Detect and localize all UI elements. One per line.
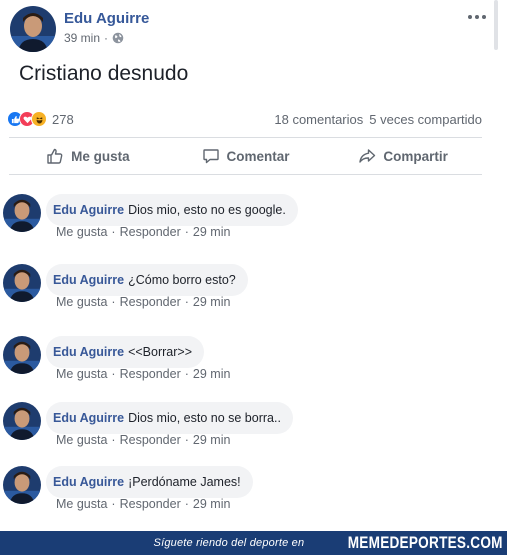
comment-text: ¿Cómo borro esto?: [128, 273, 236, 287]
comment-author[interactable]: Edu Aguirre: [53, 411, 124, 425]
meta-separator: ·: [111, 225, 116, 239]
like-button[interactable]: Me gusta: [9, 140, 167, 172]
meta-separator: ·: [104, 31, 109, 45]
meta-separator: ·: [111, 295, 116, 309]
haha-icon: [31, 111, 47, 127]
comment-item: Edu Aguirre Dios mio, esto no es google.…: [0, 194, 507, 254]
comment-author[interactable]: Edu Aguirre: [53, 345, 124, 359]
comment-text: Dios mio, esto no se borra..: [128, 411, 281, 425]
comment-avatar[interactable]: [3, 194, 41, 232]
meta-separator: ·: [184, 433, 189, 447]
comment-author[interactable]: Edu Aguirre: [53, 203, 124, 217]
comment-avatar[interactable]: [3, 402, 41, 440]
meta-separator: ·: [111, 367, 116, 381]
avatar-photo: [10, 6, 56, 52]
comment-reply-link[interactable]: Responder: [120, 433, 181, 447]
meta-separator: ·: [184, 225, 189, 239]
comment-like-link[interactable]: Me gusta: [56, 225, 107, 239]
post-time[interactable]: 39 min: [64, 31, 100, 45]
watermark-tagline: Síguete riendo del deporte en: [153, 537, 305, 549]
comment-item: Edu Aguirre <<Borrar>> Me gusta · Respon…: [0, 336, 507, 396]
post-actions: Me gusta Comentar Compartir: [9, 140, 482, 172]
globe-icon: [112, 32, 124, 44]
post-text: Cristiano desnudo: [19, 62, 189, 85]
comment-item: Edu Aguirre ¡Perdóname James! Me gusta ·…: [0, 466, 507, 526]
watermark-banner: Síguete riendo del deporte en MEMEDEPORT…: [0, 531, 507, 555]
comment-like-link[interactable]: Me gusta: [56, 433, 107, 447]
shares-count[interactable]: 5 veces compartido: [369, 112, 482, 127]
meta-separator: ·: [184, 367, 189, 381]
comments-count[interactable]: 18 comentarios: [274, 112, 363, 127]
comment-bubble: Edu Aguirre ¡Perdóname James!: [46, 466, 253, 498]
comment-item: Edu Aguirre ¿Cómo borro esto? Me gusta ·…: [0, 264, 507, 324]
scrollbar[interactable]: [494, 0, 498, 50]
like-button-label: Me gusta: [71, 148, 130, 164]
comment-text: Dios mio, esto no es google.: [128, 203, 286, 217]
comment-like-link[interactable]: Me gusta: [56, 295, 107, 309]
meta-separator: ·: [184, 295, 189, 309]
comment-reply-link[interactable]: Responder: [120, 367, 181, 381]
meta-separator: ·: [184, 497, 189, 511]
divider-top: [9, 137, 482, 138]
watermark-brand-logo: MEMEDEPORTES.COM: [348, 533, 503, 552]
share-icon: [359, 149, 376, 163]
comment-author[interactable]: Edu Aguirre: [53, 273, 124, 287]
meta-separator: ·: [111, 497, 116, 511]
comment-meta: Me gusta · Responder · 29 min: [56, 497, 230, 511]
comment-text: ¡Perdóname James!: [128, 475, 241, 489]
comment-time[interactable]: 29 min: [193, 497, 231, 511]
share-button-label: Compartir: [383, 148, 448, 164]
more-options-icon[interactable]: [468, 12, 488, 22]
comment-meta: Me gusta · Responder · 29 min: [56, 295, 230, 309]
comment-button-label: Comentar: [226, 148, 290, 164]
comment-avatar[interactable]: [3, 336, 41, 374]
comment-like-link[interactable]: Me gusta: [56, 367, 107, 381]
meta-separator: ·: [111, 433, 116, 447]
comment-avatar[interactable]: [3, 466, 41, 504]
post-meta: 39 min ·: [64, 31, 124, 45]
comment-meta: Me gusta · Responder · 29 min: [56, 367, 230, 381]
comment-avatar[interactable]: [3, 264, 41, 302]
post-author-name[interactable]: Edu Aguirre: [64, 10, 149, 27]
comment-reply-link[interactable]: Responder: [120, 497, 181, 511]
comment-like-link[interactable]: Me gusta: [56, 497, 107, 511]
comment-author[interactable]: Edu Aguirre: [53, 475, 124, 489]
comment-bubble: Edu Aguirre Dios mio, esto no es google.: [46, 194, 298, 226]
comment-button[interactable]: Comentar: [167, 140, 325, 172]
comment-text: <<Borrar>>: [128, 345, 193, 359]
comment-time[interactable]: 29 min: [193, 225, 231, 239]
reaction-summary[interactable]: 278: [7, 111, 74, 127]
comment-bubble: Edu Aguirre ¿Cómo borro esto?: [46, 264, 248, 296]
comment-bubble: Edu Aguirre <<Borrar>>: [46, 336, 205, 368]
reaction-count: 278: [52, 111, 74, 127]
comment-bubble: Edu Aguirre Dios mio, esto no se borra..: [46, 402, 293, 434]
comment-meta: Me gusta · Responder · 29 min: [56, 225, 230, 239]
comment-time[interactable]: 29 min: [193, 433, 231, 447]
comment-meta: Me gusta · Responder · 29 min: [56, 433, 230, 447]
comment-time[interactable]: 29 min: [193, 367, 231, 381]
engagement-counts: 18 comentarios 5 veces compartido: [274, 112, 482, 127]
comment-icon: [202, 149, 219, 164]
comment-item: Edu Aguirre Dios mio, esto no se borra..…: [0, 402, 507, 462]
comment-time[interactable]: 29 min: [193, 295, 231, 309]
facebook-post: Edu Aguirre 39 min · Cristiano desnudo 2…: [0, 0, 507, 530]
divider-bottom: [9, 174, 482, 175]
author-avatar[interactable]: [10, 6, 56, 52]
comment-reply-link[interactable]: Responder: [120, 295, 181, 309]
share-button[interactable]: Compartir: [324, 140, 482, 172]
comment-reply-link[interactable]: Responder: [120, 225, 181, 239]
thumbs-up-icon: [47, 148, 63, 164]
